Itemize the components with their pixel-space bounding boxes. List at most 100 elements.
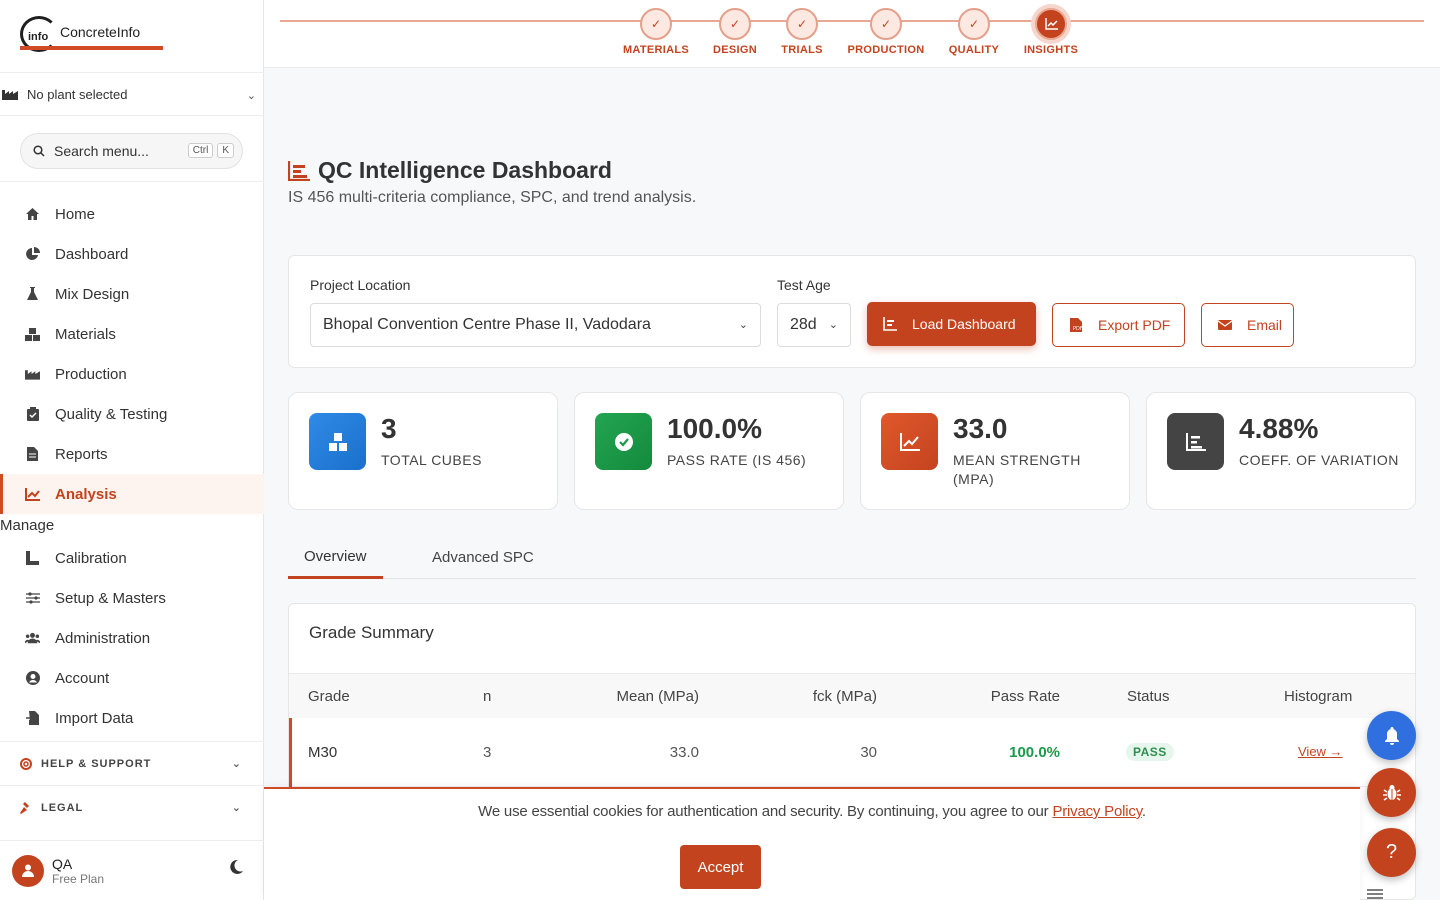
notifications-button[interactable] <box>1367 711 1416 760</box>
bug-icon <box>1382 784 1401 801</box>
industry-icon <box>2 90 18 100</box>
cell-grade: M30 <box>308 744 338 761</box>
line-chart-icon <box>1035 8 1067 40</box>
chevron-down-icon: ⌄ <box>828 319 838 331</box>
check-icon: ✓ <box>870 8 902 40</box>
menu-icon[interactable] <box>1367 888 1383 900</box>
step-trials[interactable]: ✓ TRIALS <box>757 8 847 56</box>
sidebar-item-administration[interactable]: Administration <box>0 618 264 658</box>
bar-chart-icon <box>1167 413 1224 470</box>
column-header: n <box>483 688 492 705</box>
dashboard-tabs: Overview Advanced SPC <box>288 536 1416 579</box>
cookie-text: We use essential cookies for authenticat… <box>478 803 1053 820</box>
export-pdf-button[interactable]: PDF Export PDF <box>1052 303 1185 347</box>
stat-card-total-cubes: 3 TOTAL CUBES <box>288 392 558 510</box>
step-label: MATERIALS <box>622 44 690 56</box>
test-age-value: 28d <box>790 316 817 333</box>
question-icon: ? <box>1385 841 1398 863</box>
table-row[interactable]: M30 3 33.0 30 100.0% PASS View → <box>289 718 1415 787</box>
sidebar-item-account[interactable]: Account <box>0 658 264 698</box>
industry-icon <box>25 367 40 381</box>
stat-value: 100.0% <box>667 413 762 444</box>
search-placeholder: Search menu... <box>54 143 149 159</box>
sidebar-item-production[interactable]: Production <box>0 354 264 394</box>
project-location-label: Project Location <box>310 277 411 293</box>
sidebar-item-analysis[interactable]: Analysis <box>0 474 264 514</box>
line-chart-icon <box>881 413 938 470</box>
sliders-icon <box>25 591 40 605</box>
stat-card-mean-strength: 33.0 MEAN STRENGTH (MPA) <box>860 392 1130 510</box>
project-location-select[interactable]: Bhopal Convention Centre Phase II, Vadod… <box>310 303 761 347</box>
sidebar-item-home[interactable]: Home <box>0 194 264 234</box>
search-menu-input[interactable]: Search menu... Ctrl K <box>20 133 243 169</box>
page-header: QC Intelligence Dashboard <box>288 157 612 184</box>
sidebar-item-label: Import Data <box>55 709 134 727</box>
help-support-section[interactable]: HELP & SUPPORT ⌄ <box>0 741 264 785</box>
stat-label: TOTAL CUBES <box>381 452 482 468</box>
cell-n: 3 <box>483 744 492 761</box>
sidebar-item-dashboard[interactable]: Dashboard <box>0 234 264 274</box>
moon-icon[interactable] <box>228 859 244 875</box>
email-label: Email <box>1247 317 1283 333</box>
step-materials[interactable]: ✓ MATERIALS <box>611 8 701 56</box>
sidebar-item-quality-testing[interactable]: Quality & Testing <box>0 394 264 434</box>
step-insights[interactable]: INSIGHTS <box>1006 8 1096 56</box>
sidebar-item-setup-masters[interactable]: Setup & Masters <box>0 578 264 618</box>
column-header: Pass Rate <box>990 688 1060 705</box>
sidebar-item-import-data[interactable]: Import Data <box>0 698 264 738</box>
load-dashboard-button[interactable]: Load Dashboard <box>867 302 1036 346</box>
step-label: TRIALS <box>781 44 823 56</box>
load-dashboard-label: Load Dashboard <box>912 316 1016 332</box>
legal-section[interactable]: LEGAL ⌄ <box>0 785 264 829</box>
help-button[interactable]: ? <box>1367 828 1416 877</box>
user-profile[interactable]: QA Free Plan <box>0 840 264 900</box>
plant-selector-label: No plant selected <box>27 86 128 102</box>
file-icon <box>25 447 40 461</box>
sidebar-item-label: Materials <box>55 325 116 343</box>
step-label: PRODUCTION <box>847 44 925 56</box>
tab-advanced-spc[interactable]: Advanced SPC <box>416 536 550 579</box>
check-icon: ✓ <box>958 8 990 40</box>
file-pdf-icon: PDF <box>1070 318 1083 332</box>
envelope-icon <box>1218 320 1232 330</box>
table-header: Grade n Mean (MPa) fck (MPa) Pass Rate S… <box>289 673 1415 718</box>
sidebar-item-mix-design[interactable]: Mix Design <box>0 274 264 314</box>
home-icon <box>25 207 40 221</box>
report-bug-button[interactable] <box>1367 768 1416 817</box>
sidebar-item-label: Mix Design <box>55 285 130 303</box>
column-header: Histogram <box>1284 688 1353 705</box>
check-circle-icon <box>595 413 652 470</box>
pie-chart-icon <box>25 247 40 261</box>
cell-fck: 30 <box>860 744 877 761</box>
life-ring-icon <box>20 757 32 770</box>
manage-section-label: Manage <box>0 517 55 534</box>
stat-value: 3 <box>381 413 397 444</box>
sidebar-item-label: Quality & Testing <box>55 405 168 423</box>
email-button[interactable]: Email <box>1201 303 1294 347</box>
sidebar-item-label: Calibration <box>55 549 127 567</box>
step-production[interactable]: ✓ PRODUCTION <box>841 8 931 56</box>
page-title: QC Intelligence Dashboard <box>318 157 612 183</box>
privacy-policy-link[interactable]: Privacy Policy <box>1052 803 1142 820</box>
step-label: DESIGN <box>713 44 757 56</box>
cell-pass-rate: 100.0% <box>1009 744 1060 761</box>
histogram-view-link[interactable]: View → <box>1298 744 1343 759</box>
stat-label: MEAN STRENGTH (MPA) <box>953 452 1081 487</box>
chevron-down-icon: ⌄ <box>231 758 242 770</box>
legal-label: LEGAL <box>41 801 84 814</box>
filter-panel: Project Location Bhopal Convention Centr… <box>288 255 1416 368</box>
sidebar-item-materials[interactable]: Materials <box>0 314 264 354</box>
tab-overview[interactable]: Overview <box>288 536 383 579</box>
cookie-message: We use essential cookies for authenticat… <box>264 803 1360 820</box>
sidebar-item-calibration[interactable]: Calibration <box>0 538 264 578</box>
accept-cookies-button[interactable]: Accept <box>680 845 761 889</box>
test-age-select[interactable]: 28d ⌄ <box>777 303 851 347</box>
workflow-stepper: ✓ MATERIALS ✓ DESIGN ✓ TRIALS ✓ PRODUCTI… <box>264 0 1440 68</box>
plant-selector[interactable]: No plant selected ⌄ <box>0 72 264 116</box>
step-label: QUALITY <box>948 44 1000 56</box>
sidebar-item-reports[interactable]: Reports <box>0 434 264 474</box>
cubes-icon <box>25 327 40 341</box>
search-icon <box>33 145 45 157</box>
sidebar-item-label: Reports <box>55 445 108 463</box>
sidebar-item-label: Production <box>55 365 127 383</box>
